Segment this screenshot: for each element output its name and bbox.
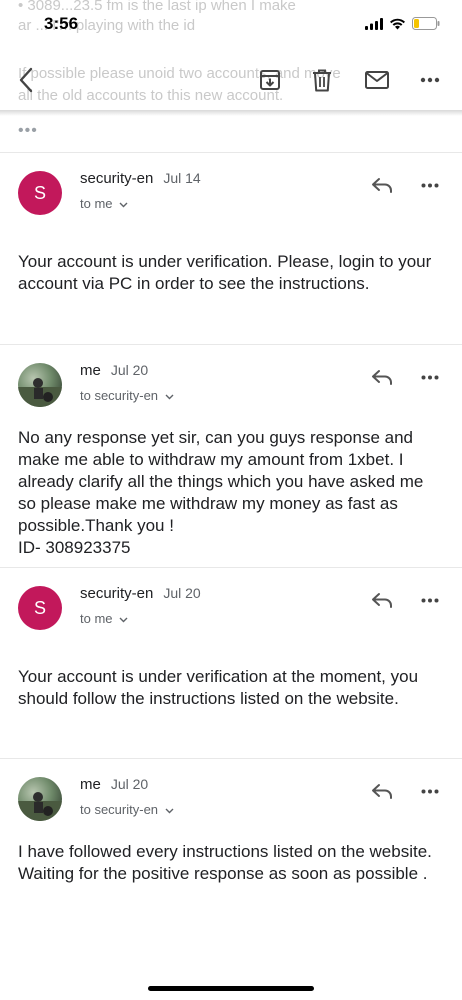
recipient-text: to security-en (80, 388, 159, 403)
archive-button[interactable] (250, 56, 290, 104)
message-header: security-en Jul 20 (80, 585, 201, 602)
profile-photo-icon (18, 378, 62, 407)
chevron-down-icon (165, 808, 174, 814)
home-indicator[interactable] (148, 986, 314, 991)
recipient-details-toggle[interactable]: to me (80, 196, 128, 211)
message-header: me Jul 20 (80, 362, 148, 379)
more-options-button[interactable] (410, 56, 450, 104)
reply-button[interactable] (364, 776, 400, 806)
more-horizontal-icon (421, 789, 439, 793)
avatar[interactable] (18, 363, 62, 407)
mark-unread-button[interactable] (357, 56, 397, 104)
avatar[interactable]: S (18, 171, 62, 215)
avatar-letter: S (33, 597, 46, 618)
reply-icon (372, 370, 392, 385)
recipient-details-toggle[interactable]: to me (80, 611, 128, 626)
reply-button[interactable] (364, 585, 400, 615)
more-horizontal-icon (421, 375, 439, 379)
sender-name: me (80, 362, 101, 379)
more-horizontal-icon (421, 183, 439, 187)
trash-icon (313, 69, 331, 91)
recipient-text: to me (80, 611, 113, 626)
message-date: Jul 20 (110, 776, 149, 792)
status-bar: 3:56 (0, 0, 462, 50)
message-body: No any response yet sir, can you guys re… (18, 428, 424, 557)
recipient-details-toggle[interactable]: to security-en (80, 802, 174, 817)
avatar-letter: S (33, 182, 46, 203)
delete-button[interactable] (302, 56, 342, 104)
avatar[interactable]: S (18, 586, 62, 630)
status-time: 3:56 (44, 14, 79, 33)
back-button[interactable] (6, 56, 46, 104)
reply-button[interactable] (364, 362, 400, 392)
sender-name: security-en (80, 170, 154, 187)
message-date: Jul 20 (110, 362, 149, 378)
sender-name: me (80, 776, 101, 793)
message-card: me Jul 20 to security-en No any response … (0, 344, 462, 567)
chevron-down-icon (119, 202, 128, 208)
message-card: S security-en Jul 14 to me Your account i… (0, 152, 462, 344)
message-date: Jul 20 (163, 585, 201, 601)
toolbar-shadow (0, 110, 462, 116)
wifi-icon (390, 18, 405, 29)
battery-icon (412, 17, 440, 30)
message-body: Your account is under verification. Plea… (18, 252, 432, 293)
message-body: Your account is under verification at th… (18, 667, 419, 708)
message-header: security-en Jul 14 (80, 170, 201, 187)
back-chevron-icon (19, 67, 33, 93)
more-horizontal-icon (420, 77, 440, 83)
message-more-button[interactable] (412, 170, 448, 200)
status-icons (365, 17, 440, 30)
message-more-button[interactable] (412, 776, 448, 806)
reply-icon (372, 784, 392, 799)
message-more-button[interactable] (412, 362, 448, 392)
message-body: I have followed every instructions liste… (18, 842, 432, 883)
recipient-details-toggle[interactable]: to security-en (80, 388, 174, 403)
reply-button[interactable] (364, 170, 400, 200)
signal-icon (365, 17, 383, 30)
more-horizontal-icon (421, 598, 439, 602)
message-header: me Jul 20 (80, 776, 148, 793)
recipient-text: to security-en (80, 802, 159, 817)
profile-photo-icon (18, 792, 62, 821)
collapsed-messages-button[interactable]: ••• (18, 122, 38, 140)
recipient-text: to me (80, 196, 113, 211)
message-card: me Jul 20 to security-en I have followed … (0, 758, 462, 980)
message-more-button[interactable] (412, 585, 448, 615)
message-card: S security-en Jul 20 to me Your account i… (0, 567, 462, 758)
archive-icon (260, 70, 280, 90)
sender-name: security-en (80, 585, 154, 602)
avatar[interactable] (18, 777, 62, 821)
mail-icon (365, 71, 389, 89)
reply-icon (372, 593, 392, 608)
message-toolbar (0, 56, 462, 108)
chevron-down-icon (119, 617, 128, 623)
chevron-down-icon (165, 394, 174, 400)
reply-icon (372, 178, 392, 193)
message-date: Jul 14 (163, 170, 201, 186)
